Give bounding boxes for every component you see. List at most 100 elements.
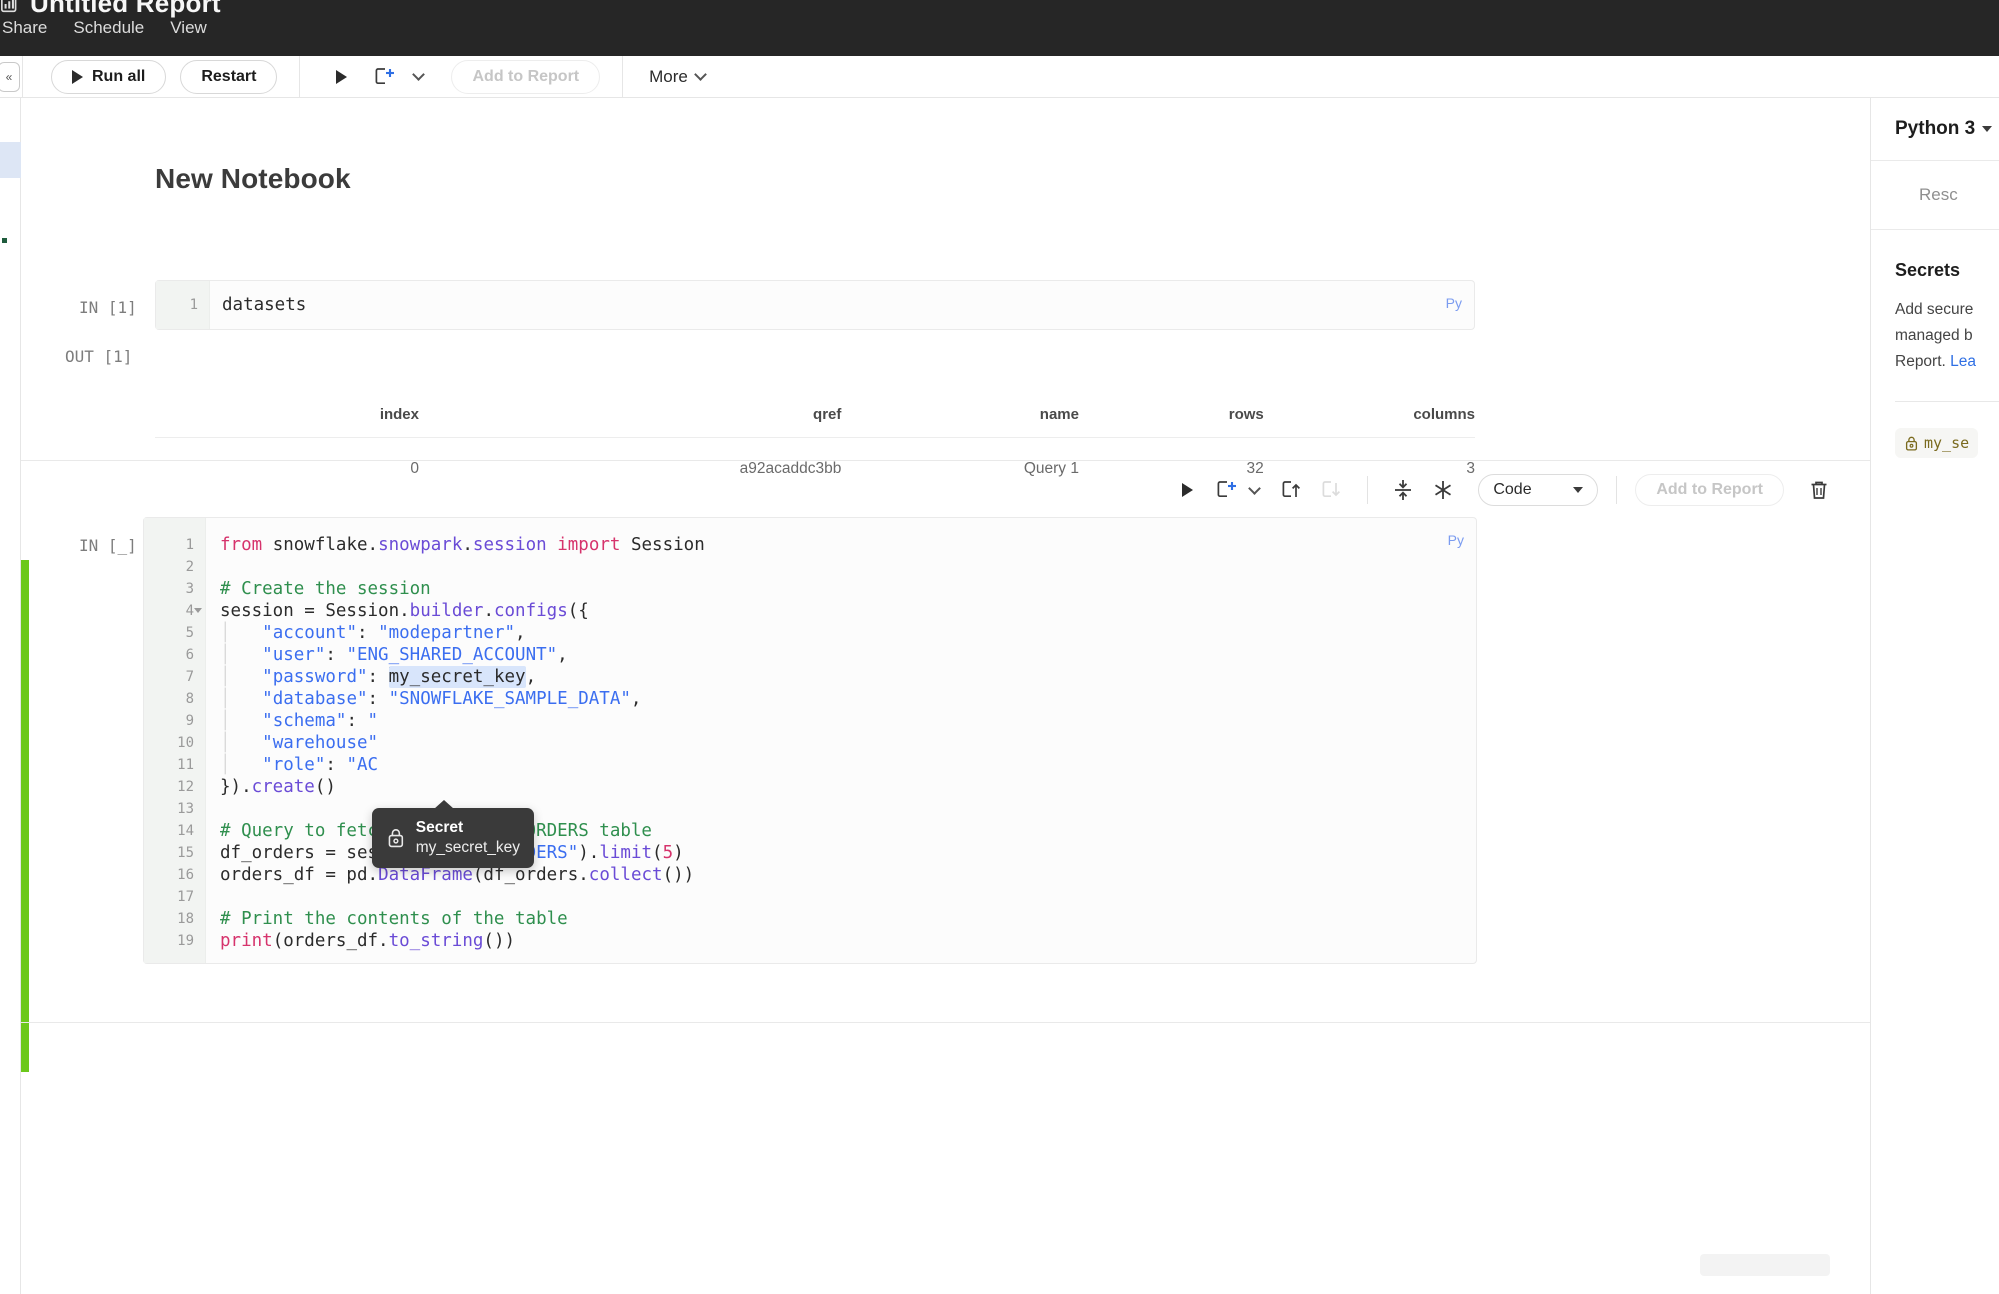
- code-token: "password": [262, 667, 368, 687]
- indent-guide: │: [220, 667, 263, 687]
- code-token: ()): [662, 865, 695, 885]
- cell-type-select[interactable]: Code: [1478, 474, 1599, 506]
- add-to-report-label: Add to Report: [472, 67, 580, 85]
- menu-item-view[interactable]: View: [170, 18, 207, 38]
- fold-arrow-icon[interactable]: [194, 608, 202, 613]
- secrets-section: Secrets Add secure managed b Report. Lea…: [1871, 230, 1999, 458]
- chevron-down-icon: [694, 68, 707, 81]
- more-menu-button[interactable]: More: [649, 67, 707, 87]
- code-token: collect: [588, 865, 663, 885]
- code-token: .: [578, 865, 589, 885]
- notebook-title[interactable]: New Notebook: [155, 163, 351, 195]
- cell-2-code[interactable]: 1 from snowflake.snowpark.session import …: [144, 534, 1476, 952]
- add-to-report-button[interactable]: Add to Report: [451, 59, 601, 94]
- line-number: 12: [177, 779, 194, 795]
- clear-output-button[interactable]: [1426, 473, 1460, 507]
- sidebar-item-2[interactable]: [0, 178, 21, 238]
- code-token: "account": [262, 623, 357, 643]
- sidebar-item-active[interactable]: [0, 142, 21, 178]
- secret-chip-label: my_se: [1924, 434, 1970, 452]
- secret-token[interactable]: my_secret_key: [388, 666, 526, 688]
- restart-label: Restart: [201, 67, 257, 85]
- table-header-row: index qref name rows columns: [155, 406, 1475, 438]
- code-line: 13: [144, 798, 1476, 820]
- line-number: 11: [177, 757, 194, 773]
- move-cell-up-icon: [1282, 481, 1301, 498]
- kernel-selector[interactable]: Python 3: [1871, 98, 1999, 160]
- code-token: builder: [409, 601, 484, 621]
- cell-move-up-button[interactable]: [1275, 473, 1309, 507]
- code-token: "SNOWFLAKE_SAMPLE_DATA": [388, 689, 631, 709]
- notebook-app: Untitled Report Share Schedule View « Ru…: [0, 0, 1999, 1294]
- code-token: :: [367, 689, 389, 709]
- code-line: 6 │ "user": "ENG_SHARED_ACCOUNT",: [144, 644, 1476, 666]
- collapse-cell-button[interactable]: [1386, 473, 1420, 507]
- collapse-panel-icon[interactable]: «: [0, 61, 20, 92]
- code-line: 15df_orders = session.table("ORDERS").li…: [144, 842, 1476, 864]
- chevron-down-icon: [1573, 487, 1584, 493]
- menu-item-share[interactable]: Share: [2, 18, 47, 38]
- cell-2-editor[interactable]: Py 1 from snowflake.snowpark.session impo…: [143, 517, 1477, 964]
- code-line: 11 │ "role": "AC: [144, 754, 1476, 776]
- secret-chip[interactable]: my_se: [1895, 428, 1979, 458]
- cell-add-button[interactable]: [1210, 473, 1244, 507]
- line-number: 5: [185, 625, 194, 641]
- code-token: limit: [599, 843, 653, 863]
- menu-item-schedule[interactable]: Schedule: [73, 18, 144, 38]
- chevron-down-icon[interactable]: [1248, 481, 1262, 495]
- collapse-cell-icon: [1395, 480, 1412, 500]
- chevron-down-icon[interactable]: [412, 68, 426, 81]
- learn-more-link[interactable]: Lea: [1950, 353, 1976, 370]
- code-token: ": [367, 711, 379, 731]
- code-token: to_string: [388, 931, 484, 951]
- footer-placeholder: [1700, 1254, 1830, 1276]
- add-cell-button[interactable]: [368, 60, 402, 94]
- run-all-button[interactable]: Run all: [51, 59, 167, 94]
- report-title-row: Untitled Report: [0, 0, 221, 19]
- code-line-text: # Print the contents of the table: [220, 908, 568, 930]
- status-dot-icon: [2, 238, 7, 243]
- code-line: 5 │ "account": "modepartner",: [144, 622, 1476, 644]
- secrets-desc-line3: Report.: [1895, 353, 1951, 370]
- tab-resources[interactable]: Resc: [1919, 185, 1958, 205]
- cell-rows: 32: [1246, 460, 1264, 477]
- delete-cell-button[interactable]: [1802, 473, 1836, 507]
- line-number: 1: [185, 537, 194, 553]
- code-token: :: [325, 645, 347, 665]
- cell-1-language-badge: Py: [1445, 295, 1462, 311]
- code-token: snowpark: [378, 535, 463, 555]
- code-token: .: [367, 865, 379, 885]
- lock-icon: [388, 829, 404, 848]
- code-token: ()): [483, 931, 516, 951]
- cell-add-to-report-button[interactable]: Add to Report: [1635, 474, 1784, 506]
- cell-qref: a92acaddc3bb: [739, 460, 842, 477]
- active-cell-indicator: [21, 560, 29, 1072]
- cell-name: Query 1: [1023, 460, 1079, 477]
- code-token: ,: [630, 689, 642, 709]
- cell-index: 0: [410, 460, 419, 477]
- code-token: from: [220, 535, 273, 555]
- tooltip-title: Secret: [415, 819, 464, 836]
- code-token: "ENG_SHARED_ACCOUNT": [346, 645, 558, 665]
- cell-2-in-label: IN [_]: [79, 536, 137, 555]
- indent-guide: │: [220, 711, 263, 731]
- run-cell-button[interactable]: [324, 60, 358, 94]
- cell-1-output-table: index qref name rows columns 0 a92acaddc…: [155, 406, 1475, 478]
- restart-button[interactable]: Restart: [180, 59, 278, 94]
- code-line: 18 # Print the contents of the table: [144, 908, 1476, 930]
- code-token: (): [314, 777, 336, 797]
- cell-1-editor[interactable]: 1 datasets Py: [155, 280, 1475, 330]
- move-cell-down-icon: [1322, 481, 1341, 498]
- code-token: :: [325, 755, 347, 775]
- cell-move-down-button[interactable]: [1315, 473, 1349, 507]
- code-line: 12}).create(): [144, 776, 1476, 798]
- code-token: .: [462, 535, 473, 555]
- code-token: import: [557, 535, 621, 555]
- line-number: 18: [177, 911, 194, 927]
- line-number: 17: [177, 889, 194, 905]
- cell-run-button[interactable]: [1170, 473, 1204, 507]
- sidebar-item-1[interactable]: [0, 98, 21, 142]
- code-line-text: │ "user": "ENG_SHARED_ACCOUNT",: [220, 644, 568, 666]
- app-header: Untitled Report Share Schedule View: [0, 0, 1999, 56]
- code-token: configs: [493, 601, 568, 621]
